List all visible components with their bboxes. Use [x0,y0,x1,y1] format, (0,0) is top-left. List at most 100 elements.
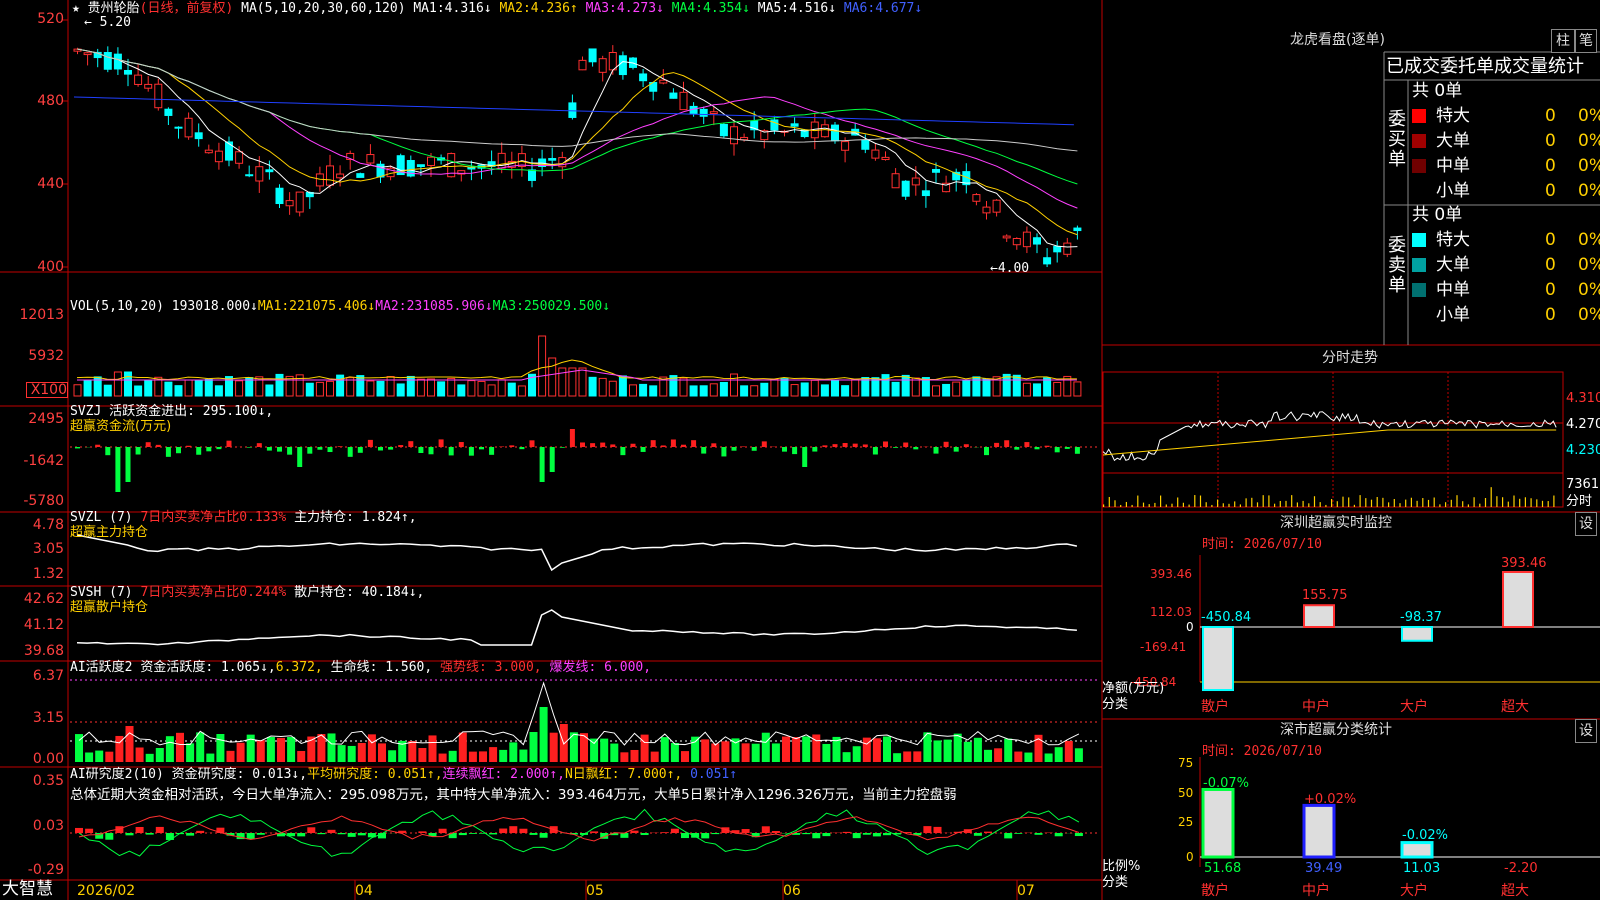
candle-body [1012,238,1021,246]
intraday-vol-bar [1405,499,1407,507]
price-header: ★ 贵州轮胎(日线，前复权) MA(5,10,20,30,60,120) MA1… [72,2,922,16]
buy-side-label: 委买单 [1388,109,1406,170]
ai-active-bar [226,750,235,762]
volume-bar [447,377,456,397]
intraday-vol-bar [1108,496,1110,507]
ai-active-bar [186,743,195,762]
volume-bar [103,384,112,397]
date-tick: 2026/02 [77,883,136,899]
class-value: -2.20 [1504,861,1538,876]
candle-body [831,124,839,142]
candle-body [608,52,617,71]
ai-active-bar [176,732,184,762]
buy-row-pct: 0% [1578,156,1600,176]
monitor-category: 散户 [1201,699,1229,715]
sz-class-settings-button[interactable]: 设 [1575,719,1597,743]
svzj-bar [913,447,919,450]
ai-research-bar [105,833,114,840]
monitor-category: 大户 [1400,699,1428,715]
intraday-vol-bar [1388,502,1390,507]
intraday-vol-bar [1536,499,1538,507]
candle-body [376,163,385,178]
ai-research-bar [509,826,518,833]
volume-bar [305,382,314,397]
svzj-bar [388,447,394,450]
svzj-bar [287,447,293,455]
svzj-bar [590,443,596,447]
dragon-tab[interactable]: 已成交委托单成交量统计 [1386,57,1584,77]
monitor-bar [1202,626,1234,692]
ai-research-bar [529,833,538,835]
intraday-vol-bar [1319,502,1321,507]
volume-bar [235,380,244,397]
candle-body [427,156,435,166]
volume-bar [770,378,779,397]
bar-mode-button[interactable]: 柱 [1551,29,1575,53]
ai-research-bar [155,826,164,833]
price-tick: 400 [37,259,64,275]
intraday-vol-bar [1137,495,1139,507]
ai-strong-line: 强势线: 3.000, [440,660,542,675]
intraday-vol-bar [1410,497,1412,507]
ai-research-bar [418,831,427,833]
svzj-bar [1074,447,1080,454]
date-tick: 05 [586,883,604,899]
svzj-bar [115,447,121,492]
ai-research-bar [297,833,306,837]
class-value: 11.03 [1403,861,1441,876]
ai-active-bar [135,747,144,762]
ai-research-bar [438,828,447,833]
intraday-vol-bar [1382,497,1384,507]
intraday-vol-bar [1353,504,1355,507]
ai-research-bar [852,833,861,839]
candle-body [336,173,345,179]
intraday-vol-bar [1376,497,1378,507]
candle-body [790,123,799,127]
intraday-vol-bar [1519,498,1521,507]
ai-research-title: AI研究度2(10) [70,767,164,782]
ai-research-bar [711,833,720,835]
svzj-bar [802,447,808,467]
svzj-bar [246,447,252,448]
svsh-tick: 42.62 [23,591,64,607]
intraday-vol-bar [1399,503,1401,507]
ai-active-bar [600,738,609,762]
class-bar [1302,803,1336,859]
ai-active-bar [913,751,922,762]
intraday-vol-bar [1313,496,1316,507]
ai-research-bar [933,826,942,833]
buy-row-count: 0 [1545,131,1556,151]
ma1-label: MA1: [413,1,445,16]
svzj-bar [994,442,1000,447]
candle-body [820,124,829,138]
svzj-bar [852,443,858,447]
sz-monitor-settings-button[interactable]: 设 [1575,512,1597,536]
volume-bar [326,380,334,397]
svzj-bar [660,445,666,447]
svzj-bar [357,447,363,453]
ai-research-bar [771,830,780,833]
svzj-header: SVZJ 活跃资金进出: 295.100↓, [70,405,273,419]
class-category: 散户 [1201,883,1229,899]
ai-active-bar [701,739,710,762]
intraday-vol-bar [1296,502,1298,507]
svzj-bar [670,439,676,447]
pen-mode-button[interactable]: 笔 [1575,29,1597,53]
volume-bar [709,383,718,397]
sell-total: 共 0单 [1412,205,1463,225]
ai-research-bar [519,828,528,833]
volume-bar [911,377,920,397]
volume-bar [406,375,415,397]
chart-canvas[interactable] [0,0,1600,900]
ai-active-bar [458,732,467,762]
high-mark: ← 5.20 [84,15,131,30]
svzj-bar [883,441,888,447]
volume-bar [730,373,738,397]
candle-body [881,156,890,161]
candle-body [568,102,577,118]
sz-monitor-tick: 393.46 [1150,567,1192,581]
svsh-tick: 41.12 [23,617,64,633]
ai-active-bar [549,732,558,762]
volume-bar [962,379,971,397]
svzj-bar [256,443,262,447]
